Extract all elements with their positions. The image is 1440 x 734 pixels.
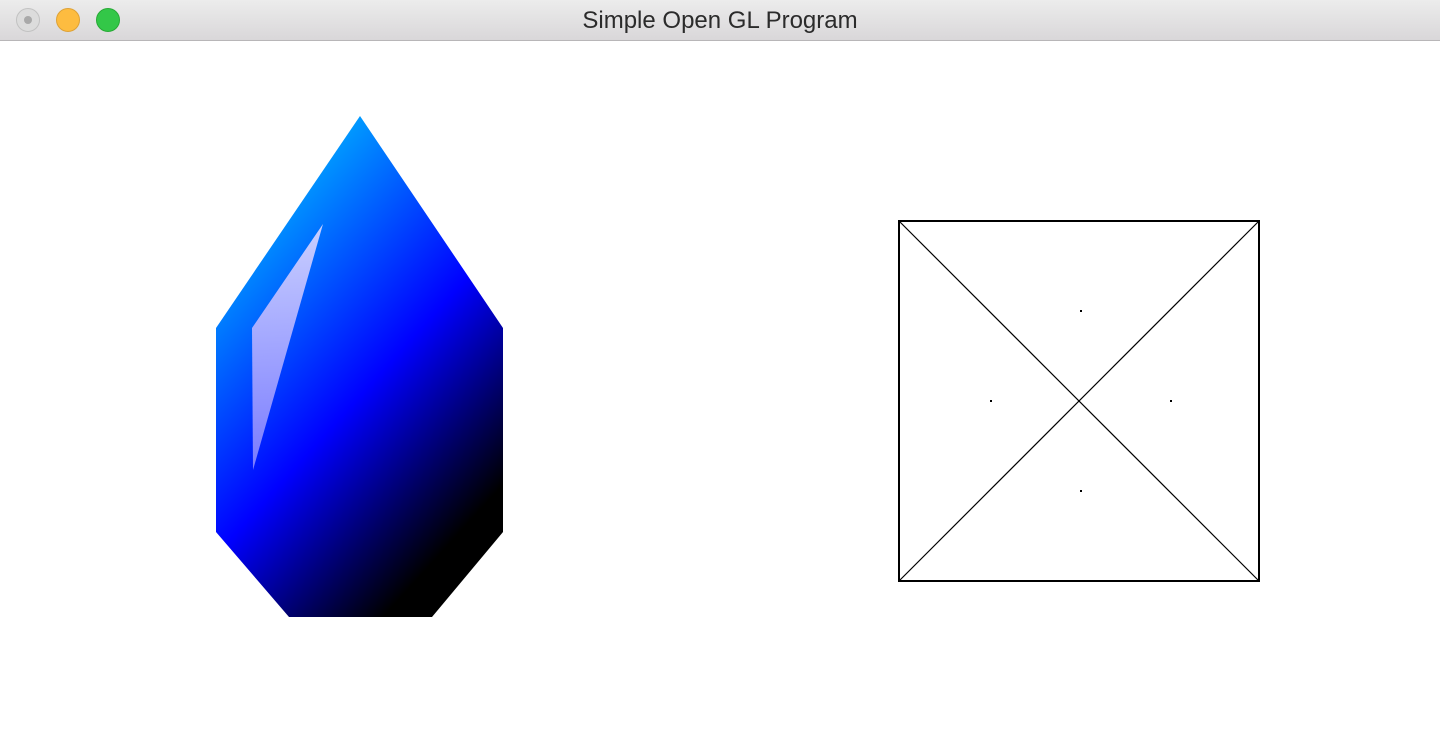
dot-left — [990, 400, 992, 402]
gl-canvas — [216, 116, 1260, 617]
square-figure — [898, 220, 1260, 582]
app-window: Simple Open GL Program — [0, 0, 1440, 734]
window-title: Simple Open GL Program — [582, 7, 858, 34]
dot-top — [1080, 310, 1082, 312]
title-bar[interactable]: Simple Open GL Program — [0, 0, 1440, 41]
dot-bottom — [1080, 490, 1082, 492]
dot-right — [1170, 400, 1172, 402]
